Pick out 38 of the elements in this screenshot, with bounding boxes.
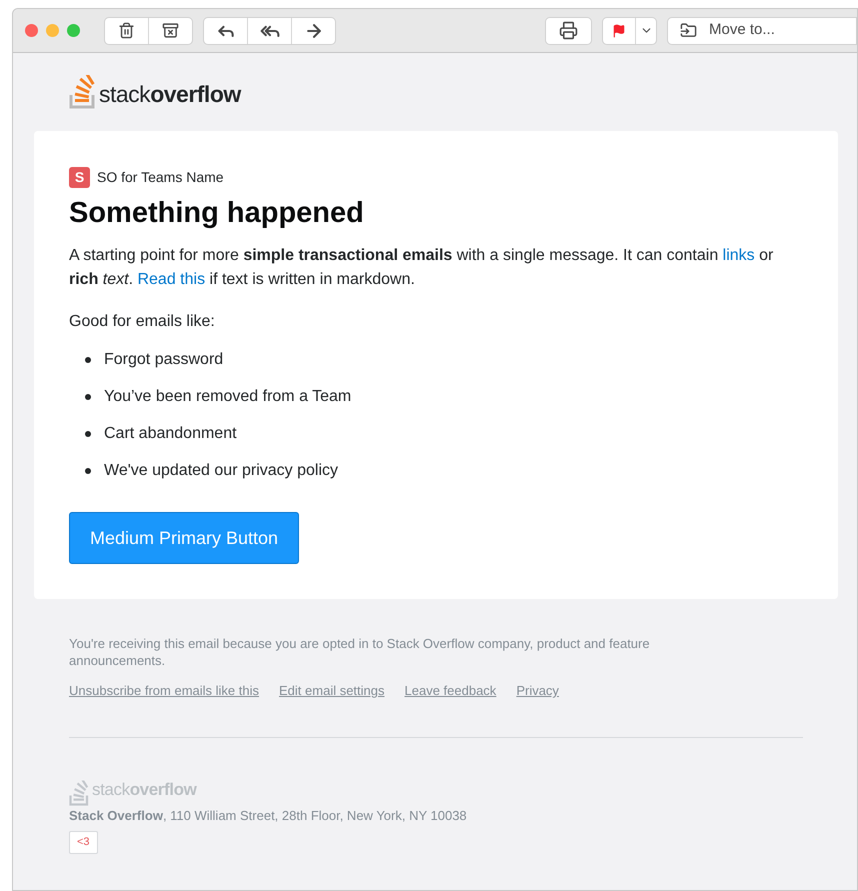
team-badge: S xyxy=(69,167,90,188)
list-item: We've updated our privacy policy xyxy=(104,461,338,481)
footer-address: Stack Overflow, 110 William Street, 28th Floor, New York, NY 10038 xyxy=(69,806,468,824)
bullet-icon xyxy=(85,394,91,400)
list-intro: Good for emails like: xyxy=(69,312,216,332)
team-name: SO for Teams Name xyxy=(97,168,224,187)
list-item: Forgot password xyxy=(104,350,224,370)
reply-button[interactable] xyxy=(204,18,247,44)
stack-logo-icon xyxy=(69,75,97,109)
footer-link[interactable]: Privacy xyxy=(516,681,559,700)
primary-button[interactable]: Medium Primary Button xyxy=(69,512,300,564)
bullet-icon xyxy=(85,431,91,437)
heart-badge: <3 xyxy=(69,831,98,854)
list-item: You’ve been removed from a Team xyxy=(104,387,352,407)
text-link[interactable]: links xyxy=(722,247,755,264)
stack-overflow-logo: stackoverflow xyxy=(99,83,241,109)
print-button[interactable] xyxy=(546,18,591,44)
reply-all-button[interactable] xyxy=(248,18,291,44)
footer-link[interactable]: Unsubscribe from emails like this xyxy=(69,681,260,700)
delete-button[interactable] xyxy=(105,18,148,44)
forward-button[interactable] xyxy=(292,18,335,44)
list-item: Cart abandonment xyxy=(104,424,237,444)
move-to-folder-icon xyxy=(680,22,697,39)
intro-paragraph: A starting point for more simple transactional emails with a single message. It can contain links or rich text. Read this if text is written in markdown. xyxy=(69,246,774,290)
move-to-button[interactable]: Move to... xyxy=(667,16,857,44)
junk-button[interactable] xyxy=(149,18,192,44)
footer-link[interactable]: Edit email settings xyxy=(279,681,385,700)
printer-icon xyxy=(559,21,578,40)
bullet-icon xyxy=(85,468,91,474)
footer-link[interactable]: Leave feedback xyxy=(404,681,496,700)
stack-logo-icon xyxy=(69,780,90,806)
trash-icon xyxy=(118,22,135,39)
footer-notice: You're receiving this email because you are opted in to Stack Overflow company, product and feature announcements. xyxy=(69,635,651,669)
text-link[interactable]: Read this xyxy=(137,271,206,288)
bullet-icon xyxy=(85,357,91,363)
email-title: Something happened xyxy=(69,196,365,231)
flag-button[interactable] xyxy=(603,18,635,44)
archive-box-x-icon xyxy=(162,22,179,39)
